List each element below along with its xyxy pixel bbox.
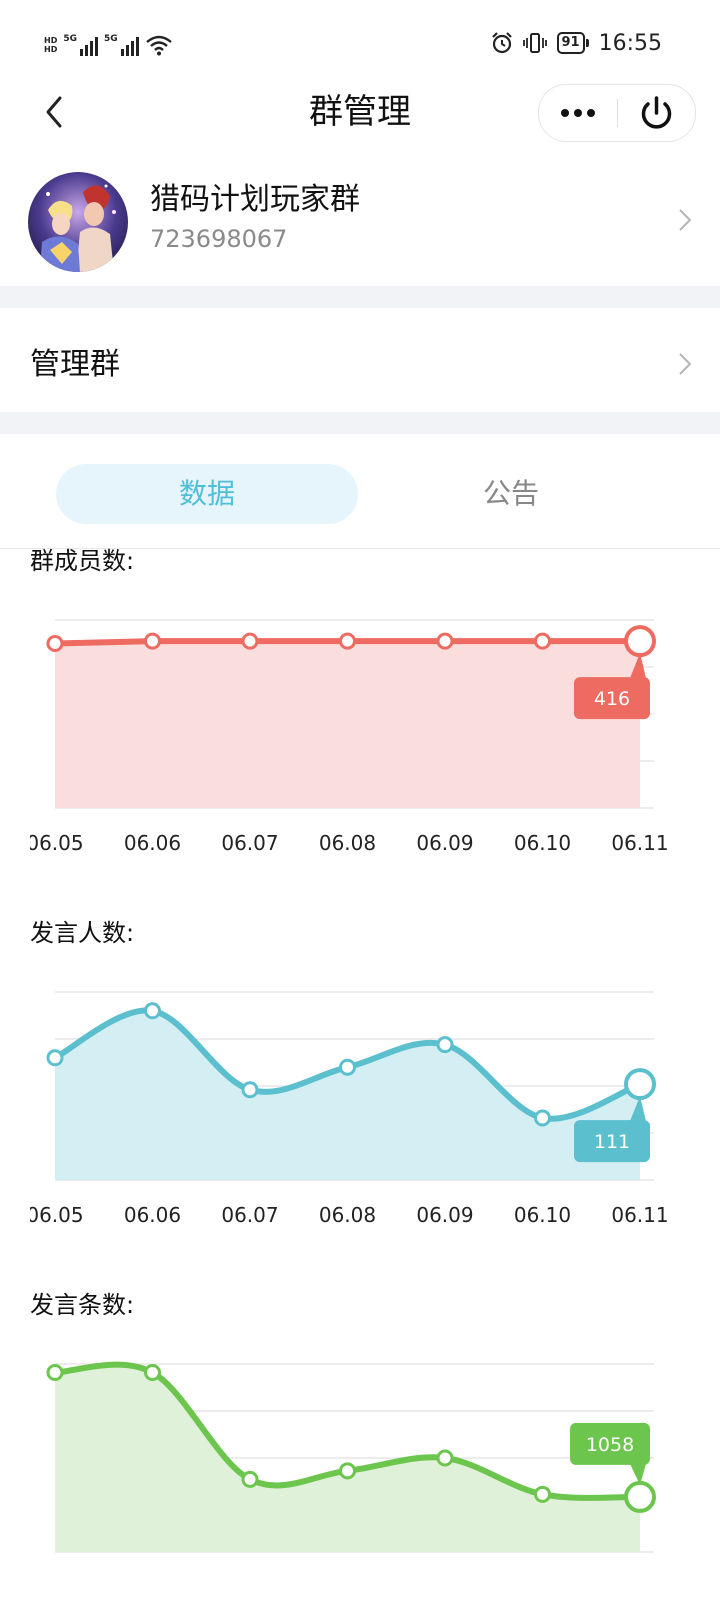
series-area: [55, 641, 640, 808]
data-point[interactable]: [436, 1449, 454, 1467]
battery-icon: 91: [556, 32, 589, 54]
x-tick-label: 06.07: [221, 831, 278, 855]
manage-group-row[interactable]: 管理群: [0, 312, 720, 420]
x-tick-label: 06.10: [514, 831, 571, 855]
series-area: [55, 1010, 640, 1180]
tooltip-value: 1058: [586, 1434, 634, 1456]
edge-mask: [0, 826, 30, 860]
tab-data[interactable]: 数据: [56, 464, 358, 524]
manage-group-label: 管理群: [30, 347, 120, 382]
data-point[interactable]: [46, 635, 64, 652]
title-bar: 群管理: [0, 84, 720, 142]
wifi-icon: [145, 35, 172, 56]
vibrate-icon: [522, 33, 547, 53]
tooltip-value: 111: [594, 1131, 630, 1153]
data-point[interactable]: [46, 1049, 64, 1067]
system-indicators: 91 16:55: [491, 28, 662, 58]
network-type-2: 5G: [104, 34, 118, 44]
group-info-row[interactable]: 猎码计划玩家群 723698067: [0, 168, 720, 278]
tooltip-value: 416: [594, 688, 630, 710]
battery-level: 91: [556, 32, 585, 54]
x-tick-label: 06.05: [26, 831, 83, 855]
data-point[interactable]: [144, 632, 161, 650]
mini-program-capsule: [538, 84, 696, 142]
members-chart-label: 群成员数:: [30, 547, 135, 575]
x-tick-label: 06.08: [319, 1203, 376, 1227]
tab-announcement[interactable]: 公告: [360, 464, 662, 524]
data-point[interactable]: [436, 1036, 454, 1054]
data-point[interactable]: [241, 632, 259, 650]
section-divider: [0, 286, 720, 308]
data-point[interactable]: [339, 632, 356, 650]
group-name: 猎码计划玩家群: [150, 182, 360, 217]
hd-icon: HD HD: [44, 36, 58, 54]
speakers-chart: 111 06.05 06.06 06.07 06.08 06.09 06.10 06.11: [0, 991, 669, 1232]
signal-icon: 5G: [63, 34, 98, 56]
data-point[interactable]: [339, 1462, 356, 1480]
x-tick-label: 06.06: [124, 831, 181, 855]
data-point[interactable]: [46, 1364, 64, 1382]
data-point[interactable]: [624, 1068, 656, 1101]
tab-bar: 数据 公告: [0, 440, 720, 549]
x-tick-label: 06.08: [319, 831, 376, 855]
speakers-chart-label: 发言人数:: [30, 919, 135, 947]
alarm-icon: [491, 32, 512, 54]
x-tick-label: 06.07: [221, 1203, 278, 1227]
group-id: 723698067: [150, 225, 288, 253]
network-type-1: 5G: [63, 34, 77, 44]
edge-mask: [0, 1198, 30, 1232]
group-avatar: [28, 172, 128, 272]
messages-chart-label: 发言条数:: [30, 1291, 135, 1319]
data-point[interactable]: [624, 625, 656, 658]
data-point[interactable]: [241, 1470, 259, 1488]
data-point[interactable]: [534, 1109, 551, 1127]
x-tick-label: 06.05: [26, 1203, 83, 1227]
chevron-right-icon: [679, 209, 692, 231]
signal-icon: 5G: [104, 34, 139, 56]
x-tick-label: 06.11: [611, 1203, 668, 1227]
status-bar: HD HD 5G 5G 91 16:55: [0, 0, 720, 84]
data-point[interactable]: [534, 632, 551, 650]
data-point[interactable]: [144, 1002, 161, 1020]
x-tick-label: 06.06: [124, 1203, 181, 1227]
section-divider: [0, 412, 720, 434]
close-power-button[interactable]: [618, 85, 695, 141]
x-tick-label: 06.09: [416, 831, 473, 855]
data-point[interactable]: [241, 1081, 259, 1099]
messages-chart: 1058: [46, 1361, 656, 1553]
x-tick-label: 06.09: [416, 1203, 473, 1227]
data-point[interactable]: [436, 632, 454, 650]
clock: 16:55: [598, 30, 662, 56]
data-point[interactable]: [339, 1058, 356, 1076]
network-indicators: HD HD 5G 5G: [44, 30, 173, 60]
data-point[interactable]: [624, 1480, 656, 1513]
members-chart: 416 06.05 06.06 06.07 06.08 06.09 06.10 06.11: [0, 619, 669, 860]
x-tick-label: 06.11: [611, 831, 668, 855]
x-tick-label: 06.10: [514, 1203, 571, 1227]
data-point[interactable]: [144, 1364, 161, 1382]
data-point[interactable]: [534, 1485, 551, 1503]
chevron-right-icon: [679, 353, 692, 375]
more-button[interactable]: [539, 85, 617, 141]
